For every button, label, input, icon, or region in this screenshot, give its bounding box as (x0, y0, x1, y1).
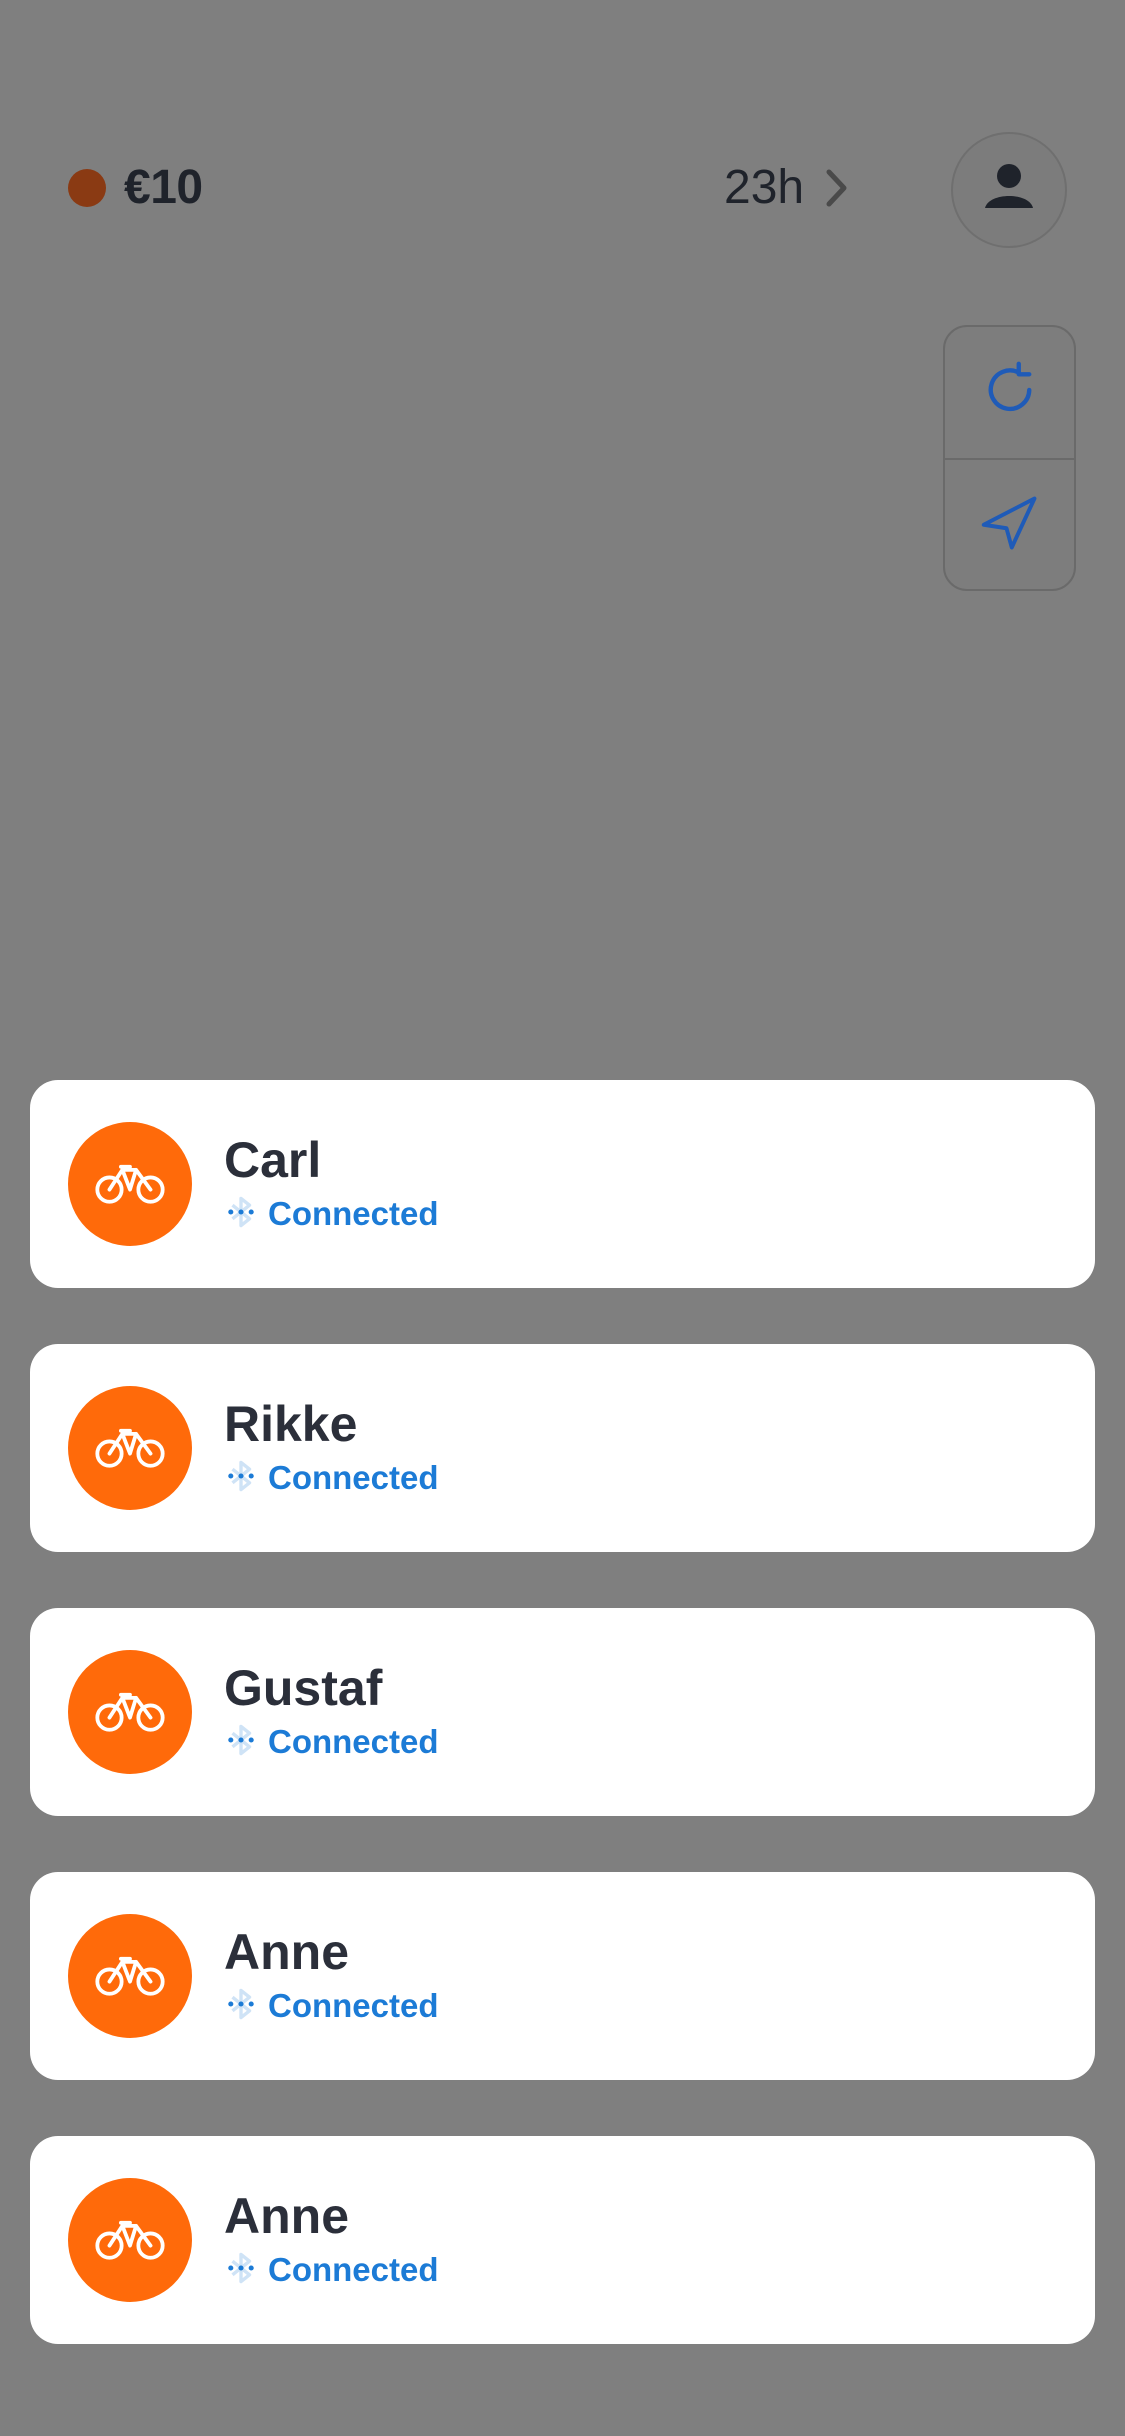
bicycle-icon (92, 1687, 168, 1738)
time-remaining-button[interactable]: 23h (724, 160, 850, 215)
balance-indicator[interactable]: €10 (68, 160, 203, 215)
bike-avatar (68, 1122, 192, 1246)
connection-status-label: Connected (268, 1195, 439, 1233)
bluetooth-icon (224, 1459, 258, 1498)
bluetooth-icon (224, 1987, 258, 2026)
locate-button[interactable] (945, 460, 1074, 589)
bluetooth-icon (224, 1723, 258, 1762)
device-card[interactable]: Carl Connected (30, 1080, 1095, 1288)
refresh-icon (975, 355, 1045, 430)
device-card[interactable]: Rikke Connected (30, 1344, 1095, 1552)
connection-status: Connected (224, 2251, 439, 2290)
device-card-text: Anne Connected (224, 1926, 439, 2026)
balance-value: €10 (124, 161, 203, 214)
connection-status-label: Connected (268, 1987, 439, 2025)
balance-status-dot (68, 168, 106, 207)
device-card-text: Gustaf Connected (224, 1662, 439, 1762)
top-bar: €10 23h (0, 130, 1125, 250)
person-icon (979, 158, 1039, 223)
device-card[interactable]: Gustaf Connected (30, 1608, 1095, 1816)
device-card-text: Carl Connected (224, 1134, 439, 1234)
connection-status: Connected (224, 1723, 439, 1762)
connection-status-label: Connected (268, 1723, 439, 1761)
bluetooth-icon (224, 1195, 258, 1234)
refresh-button[interactable] (945, 327, 1074, 458)
connection-status-label: Connected (268, 1459, 439, 1497)
connection-status: Connected (224, 1459, 439, 1498)
profile-button[interactable] (951, 132, 1067, 248)
bluetooth-icon (224, 2251, 258, 2290)
device-name: Anne (224, 1924, 349, 1981)
bicycle-icon (92, 2215, 168, 2266)
bicycle-icon (92, 1423, 168, 1474)
device-card-text: Anne Connected (224, 2190, 439, 2290)
time-remaining-value: 23h (724, 161, 805, 214)
device-name: Gustaf (224, 1660, 383, 1717)
bicycle-icon (92, 1159, 168, 1210)
bike-avatar (68, 1386, 192, 1510)
bike-avatar (68, 1650, 192, 1774)
connection-status-label: Connected (268, 2251, 439, 2289)
connection-status: Connected (224, 1195, 439, 1234)
connection-status: Connected (224, 1987, 439, 2026)
map-controls (943, 325, 1076, 591)
device-card-text: Rikke Connected (224, 1398, 439, 1498)
device-card[interactable]: Anne Connected (30, 2136, 1095, 2344)
chevron-right-icon (824, 168, 850, 208)
bike-avatar (68, 1914, 192, 2038)
device-card[interactable]: Anne Connected (30, 1872, 1095, 2080)
bicycle-icon (92, 1951, 168, 2002)
navigation-arrow-icon (975, 488, 1045, 563)
device-list: Carl Connected Rikke Connected Gustaf Co… (30, 1080, 1095, 2400)
device-name: Rikke (224, 1396, 358, 1453)
bike-avatar (68, 2178, 192, 2302)
device-name: Carl (224, 1132, 322, 1189)
device-name: Anne (224, 2188, 349, 2245)
